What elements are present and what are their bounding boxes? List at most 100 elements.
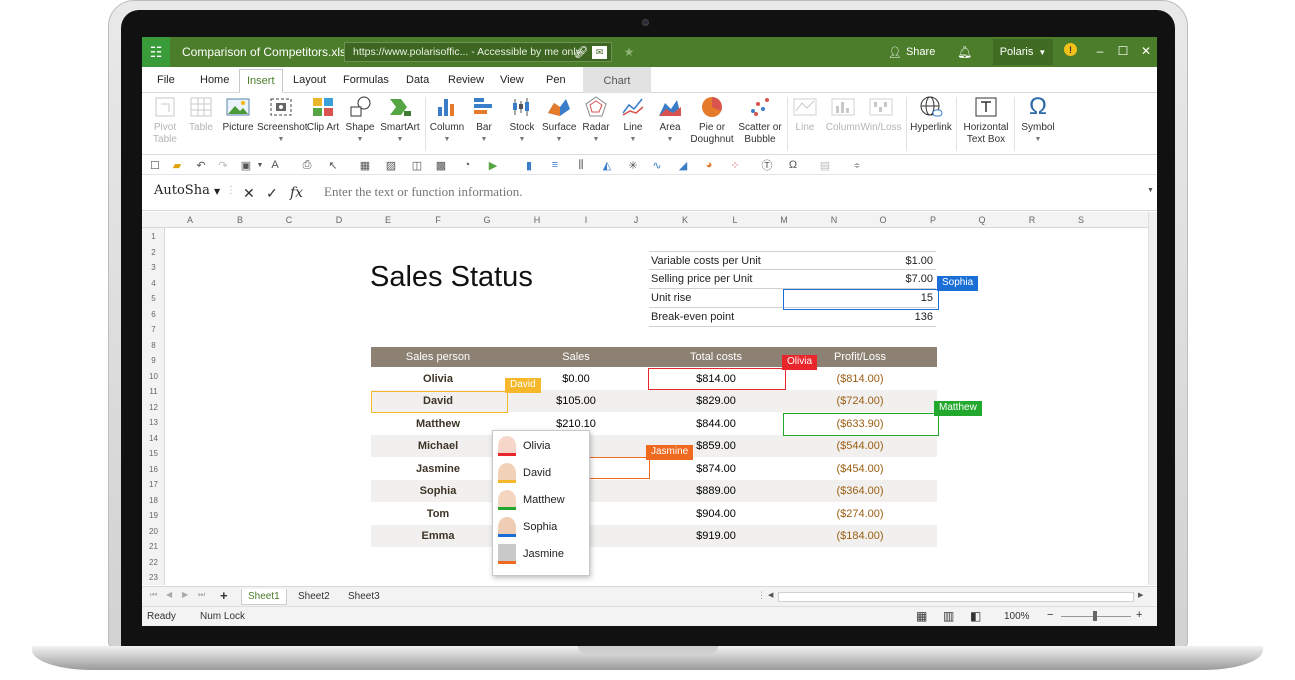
sparkline-line-button[interactable]: Line xyxy=(790,95,820,134)
redo-icon[interactable]: ↷ xyxy=(216,158,230,172)
warning-icon[interactable]: ! xyxy=(1064,43,1077,56)
scroll-right-icon[interactable]: ▶ xyxy=(1138,591,1143,599)
tab-file[interactable]: File xyxy=(157,74,175,86)
expand-formula-icon[interactable]: ▼ xyxy=(1147,187,1154,194)
column-header[interactable]: D xyxy=(329,215,349,225)
row-header[interactable]: 14 xyxy=(142,434,165,443)
sparkline-column-button[interactable]: Column xyxy=(825,95,861,134)
pointer-icon[interactable]: ↖ xyxy=(326,158,340,172)
prev-sheet-icon[interactable]: ◀ xyxy=(166,590,172,599)
pie-chart-icon[interactable]: ◕ xyxy=(702,158,716,172)
drag-handle-icon[interactable]: ⋮ xyxy=(757,590,766,601)
column-header[interactable]: K xyxy=(675,215,695,225)
tab-chart[interactable]: Chart xyxy=(583,67,651,93)
zoom-out-icon[interactable]: − xyxy=(1047,609,1053,621)
horizontal-scrollbar[interactable] xyxy=(778,592,1134,602)
clip-art-icon[interactable]: ▩ xyxy=(434,158,448,172)
mail-icon[interactable]: ✉ xyxy=(592,46,607,59)
column-header[interactable]: J xyxy=(626,215,646,225)
collaborator-item[interactable]: Matthew xyxy=(493,487,591,514)
column-header[interactable]: R xyxy=(1022,215,1042,225)
vertical-scrollbar[interactable] xyxy=(1148,212,1157,585)
tab-review[interactable]: Review xyxy=(448,74,484,86)
table-button[interactable]: Table xyxy=(186,95,216,134)
collaborator-item[interactable]: Jasmine xyxy=(493,541,591,568)
column-header[interactable]: I xyxy=(576,215,596,225)
column-header[interactable]: A xyxy=(180,215,200,225)
tab-view[interactable]: View xyxy=(500,74,524,86)
tab-formulas[interactable]: Formulas xyxy=(343,74,389,86)
screenshot-icon[interactable]: ◫ xyxy=(410,158,424,172)
column-header[interactable]: G xyxy=(477,215,497,225)
row-header[interactable]: 12 xyxy=(142,403,165,412)
column-header[interactable]: F xyxy=(428,215,448,225)
hyperlink-button[interactable]: Hyperlink xyxy=(910,95,952,134)
cancel-icon[interactable]: ✕ xyxy=(243,185,255,202)
collaborator-item[interactable]: Sophia xyxy=(493,514,591,541)
line-chart-icon[interactable]: ∿ xyxy=(650,158,664,172)
row-header[interactable]: 19 xyxy=(142,511,165,520)
smartart-icon[interactable]: ▶ xyxy=(486,158,500,172)
line-chart-button[interactable]: Line ▼ xyxy=(618,95,648,146)
bar-chart-icon[interactable]: ≡ xyxy=(548,158,562,172)
zoom-in-icon[interactable]: + xyxy=(1136,609,1142,621)
info-row[interactable]: Variable costs per Unit $1.00 xyxy=(649,251,936,270)
info-row[interactable]: Break-even point 136 xyxy=(649,308,936,327)
next-sheet-icon[interactable]: ▶ xyxy=(182,590,188,599)
column-header[interactable]: P xyxy=(923,215,943,225)
clip-art-button[interactable]: Clip Art xyxy=(306,95,340,134)
row-header[interactable]: 13 xyxy=(142,418,165,427)
name-box[interactable]: AutoSha ▼ xyxy=(154,183,220,198)
stock-chart-icon[interactable]: ⫼ xyxy=(574,158,588,172)
smartart-button[interactable]: SmartArt ▼ xyxy=(380,95,420,146)
new-document-icon[interactable]: ☐ xyxy=(148,158,162,172)
pie-chart-button[interactable]: Pie or Doughnut xyxy=(688,95,736,146)
share-button[interactable]: 👤︎ Share xyxy=(888,37,935,67)
radar-chart-button[interactable]: Radar ▼ xyxy=(580,95,612,146)
picture-icon[interactable]: ▨ xyxy=(384,158,398,172)
tab-data[interactable]: Data xyxy=(406,74,429,86)
row-header[interactable]: 8 xyxy=(142,341,165,350)
column-header[interactable]: N xyxy=(824,215,844,225)
row-header[interactable]: 5 xyxy=(142,294,165,303)
sheet-title[interactable]: Sales Status xyxy=(370,261,533,294)
sheet-tab[interactable]: Sheet3 xyxy=(342,589,386,605)
collaborator-item[interactable]: Olivia xyxy=(493,433,591,460)
normal-view-icon[interactable]: ▦ xyxy=(916,609,927,623)
scatter-chart-button[interactable]: Scatter or Bubble xyxy=(737,95,783,146)
row-header[interactable]: 22 xyxy=(142,558,165,567)
sheet-tab[interactable]: Sheet2 xyxy=(292,589,336,605)
tab-insert[interactable]: Insert xyxy=(239,69,283,93)
chevron-down-icon[interactable]: ▼ xyxy=(253,158,267,172)
column-header[interactable]: S xyxy=(1071,215,1091,225)
column-header[interactable]: C xyxy=(279,215,299,225)
row-header[interactable]: 16 xyxy=(142,465,165,474)
row-header[interactable]: 6 xyxy=(142,310,165,319)
sheet-tab[interactable]: Sheet1 xyxy=(241,589,287,605)
row-header[interactable]: 2 xyxy=(142,248,165,257)
confirm-icon[interactable]: ✓ xyxy=(266,185,278,202)
column-header[interactable]: M xyxy=(774,215,794,225)
symbol-button[interactable]: Ω Symbol ▼ xyxy=(1018,95,1058,146)
page-break-icon[interactable]: ◧ xyxy=(970,609,981,623)
column-header[interactable]: L xyxy=(725,215,745,225)
row-header[interactable]: 18 xyxy=(142,496,165,505)
scroll-left-icon[interactable]: ◀ xyxy=(768,591,773,599)
surface-chart-button[interactable]: Surface ▼ xyxy=(542,95,576,146)
save-icon[interactable]: ▣ xyxy=(239,158,253,172)
close-icon[interactable]: ✕ xyxy=(1138,42,1154,60)
table-icon[interactable]: ▦ xyxy=(358,158,372,172)
picture-button[interactable]: Picture xyxy=(222,95,254,134)
row-header[interactable]: 10 xyxy=(142,372,165,381)
row-header[interactable]: 3 xyxy=(142,263,165,272)
header-sales[interactable]: Sales xyxy=(505,351,647,363)
row-header[interactable]: 9 xyxy=(142,356,165,365)
row-header[interactable]: 21 xyxy=(142,542,165,551)
shape-icon[interactable]: ◔ xyxy=(460,158,474,172)
radar-chart-icon[interactable]: ✳ xyxy=(626,158,640,172)
column-header[interactable]: O xyxy=(873,215,893,225)
maximize-icon[interactable]: ☐ xyxy=(1115,42,1131,60)
row-header[interactable]: 20 xyxy=(142,527,165,536)
bell-icon[interactable]: 🔔︎ xyxy=(957,37,972,67)
row-header[interactable]: 4 xyxy=(142,279,165,288)
